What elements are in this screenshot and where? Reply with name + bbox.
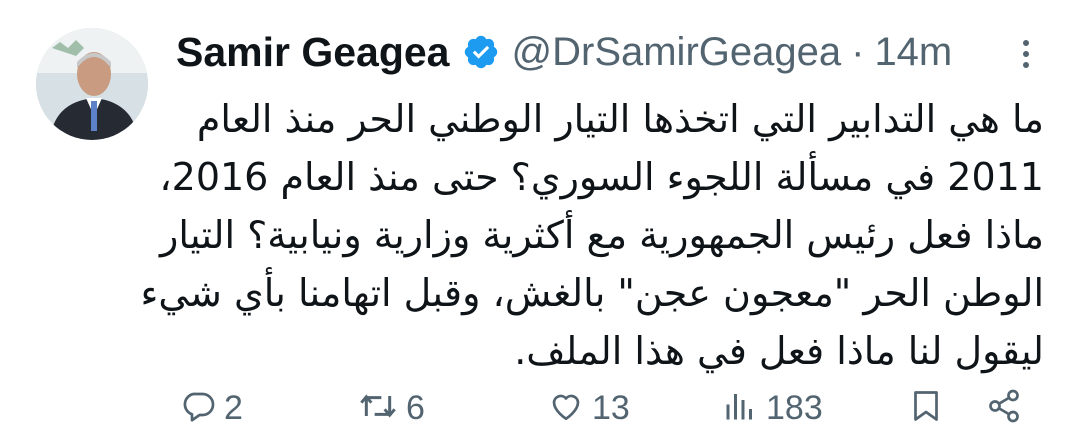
- like-count: 13: [592, 388, 630, 427]
- retweet-button[interactable]: 6: [358, 380, 425, 436]
- tweet-text-line: ماذا فعل رئيس الجمهورية مع أكثرية وزارية…: [160, 213, 1044, 257]
- separator-dot: ·: [851, 29, 865, 74]
- retweet-count: 6: [406, 388, 425, 427]
- author-handle[interactable]: @DrSamirGeagea: [512, 30, 842, 75]
- reply-button[interactable]: 2: [180, 380, 243, 436]
- retweet-icon: [358, 386, 398, 431]
- share-icon: [986, 388, 1022, 429]
- tweet-text-line: 2011 في مسألة اللجوء السوري؟ حتى منذ الع…: [159, 155, 1044, 199]
- more-icon[interactable]: [1006, 34, 1046, 74]
- share-button[interactable]: [986, 380, 1022, 436]
- views-button[interactable]: 183: [722, 380, 823, 436]
- tweet-text-line: ما هي التدابير التي اتخذها التيار الوطني…: [196, 97, 1044, 141]
- views-icon: [722, 388, 758, 429]
- reply-count: 2: [224, 388, 243, 427]
- tweet-text-line: ليقول لنا ماذا فعل في هذا الملف.: [514, 329, 1044, 373]
- tweet-text-line: الوطن الحر "معجون عجن" بالغش، وقبل اتهام…: [140, 271, 1044, 315]
- tweet-header: Samir Geagea @DrSamirGeagea · 14m: [176, 24, 952, 80]
- bookmark-icon: [908, 388, 944, 429]
- bookmark-button[interactable]: [908, 380, 944, 436]
- like-icon: [548, 388, 584, 429]
- tweet-card[interactable]: Samir Geagea @DrSamirGeagea · 14m ما هي …: [0, 0, 1080, 438]
- views-count: 183: [766, 388, 823, 427]
- verified-badge-icon: [462, 33, 500, 71]
- reply-icon: [180, 388, 216, 429]
- like-button[interactable]: 13: [548, 380, 630, 436]
- timestamp[interactable]: 14m: [874, 30, 952, 75]
- tweet-text: ما هي التدابير التي اتخذها التيار الوطني…: [140, 90, 1044, 380]
- author-name[interactable]: Samir Geagea: [176, 29, 450, 76]
- avatar[interactable]: [36, 28, 148, 140]
- action-bar: 2 6 13 183: [0, 380, 1080, 436]
